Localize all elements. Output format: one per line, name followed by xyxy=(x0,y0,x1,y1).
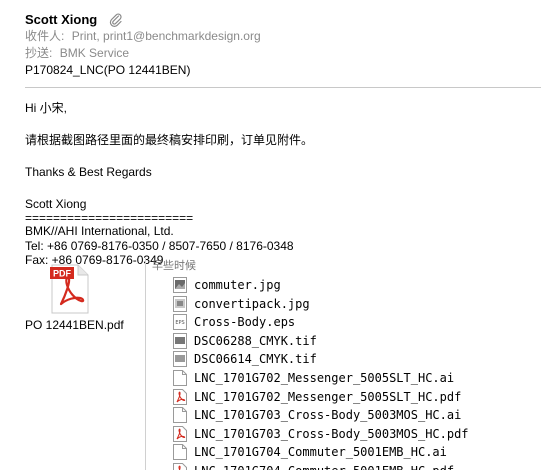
list-item[interactable]: LNC_1701G703_Cross-Body_5003MOS_HC.ai xyxy=(146,406,541,424)
file-name: LNC_1701G703_Cross-Body_5003MOS_HC.ai xyxy=(194,408,462,423)
list-item[interactable]: LNC_1701G704_Commuter_5001EMB_HC.pdf xyxy=(146,462,541,470)
svg-text:EPS: EPS xyxy=(175,320,184,326)
sender-name[interactable]: Scott Xiong xyxy=(25,12,97,27)
list-item[interactable]: EPS Cross-Body.eps xyxy=(146,313,541,331)
file-name: LNC_1701G704_Commuter_5001EMB_HC.pdf xyxy=(194,462,454,470)
to-recipients[interactable]: Print, print1@benchmarkdesign.org xyxy=(72,29,261,43)
list-item[interactable]: DSC06288_CMYK.tif xyxy=(146,332,541,350)
file-name: LNC_1701G702_Messenger_5005SLT_HC.pdf xyxy=(194,389,462,404)
body-line: Scott Xiong xyxy=(25,197,87,211)
body-line: 请根据截图路径里面的最终稿安排印刷，订单见附件。 xyxy=(25,133,314,147)
body-line: BMK//AHI International, Ltd. xyxy=(25,224,174,238)
image-file-icon xyxy=(173,295,187,312)
email-subject: P170824_LNC(PO 12441BEN) xyxy=(25,63,191,77)
body-line: Thanks & Best Regards xyxy=(25,165,152,179)
list-item[interactable]: LNC_1701G702_Messenger_5005SLT_HC.ai xyxy=(146,369,541,387)
file-list: commuter.jpg convertipack.jpg EPS Cross-… xyxy=(146,276,541,470)
file-name: DSC06288_CMYK.tif xyxy=(194,333,317,348)
attachment-filename[interactable]: PO 12441BEN.pdf xyxy=(25,318,124,332)
body-line: ======================== xyxy=(25,211,194,225)
image-file-icon xyxy=(173,277,187,293)
pdf-file-icon xyxy=(173,462,187,470)
cc-recipients[interactable]: BMK Service xyxy=(60,46,129,60)
file-name: LNC_1701G703_Cross-Body_5003MOS_HC.pdf xyxy=(194,426,469,441)
body-line: Tel: +86 0769-8176-0350 / 8507-7650 / 81… xyxy=(25,239,294,253)
image-file-icon xyxy=(173,351,187,368)
to-label: 收件人: xyxy=(25,29,65,43)
to-row: 收件人: Print, print1@benchmarkdesign.org xyxy=(25,28,541,45)
body-line: Hi 小宋, xyxy=(25,101,68,115)
file-name: convertipack.jpg xyxy=(194,296,310,311)
file-name: Cross-Body.eps xyxy=(194,315,296,330)
list-item[interactable]: LNC_1701G704_Commuter_5001EMB_HC.ai xyxy=(146,443,541,461)
file-name: LNC_1701G702_Messenger_5005SLT_HC.ai xyxy=(194,370,455,385)
paperclip-icon xyxy=(109,12,123,27)
file-name: commuter.jpg xyxy=(194,278,281,292)
section-header: 早些时候 xyxy=(152,260,196,272)
pdf-file-icon xyxy=(173,425,187,442)
file-browser-panel: 早些时候 commuter.jpg convertipack.jpg EPS C… xyxy=(145,258,541,470)
header-divider xyxy=(25,87,541,88)
email-body: Hi 小宋, 请根据截图路径里面的最终稿安排印刷，订单见附件。 Thanks &… xyxy=(25,100,313,267)
email-header: Scott Xiong 收件人: Print, print1@benchmark… xyxy=(25,11,541,79)
list-item[interactable]: LNC_1701G702_Messenger_5005SLT_HC.pdf xyxy=(146,388,541,406)
ai-file-icon xyxy=(173,369,187,386)
list-item[interactable]: LNC_1701G703_Cross-Body_5003MOS_HC.pdf xyxy=(146,425,541,443)
file-name: LNC_1701G704_Commuter_5001EMB_HC.ai xyxy=(194,445,447,460)
eps-file-icon: EPS xyxy=(173,314,187,331)
ai-file-icon xyxy=(173,444,187,461)
ai-file-icon xyxy=(173,407,187,424)
image-file-icon xyxy=(173,332,187,349)
cc-row: 抄送: BMK Service xyxy=(25,45,541,62)
list-item[interactable]: commuter.jpg xyxy=(146,276,541,294)
attachment-pdf[interactable]: PDF xyxy=(50,264,90,317)
list-item[interactable]: convertipack.jpg xyxy=(146,295,541,313)
list-item[interactable]: DSC06614_CMYK.tif xyxy=(146,350,541,368)
file-name: DSC06614_CMYK.tif xyxy=(194,352,317,367)
pdf-file-icon xyxy=(173,388,187,405)
cc-label: 抄送: xyxy=(25,46,53,60)
pdf-file-icon: PDF xyxy=(50,264,89,314)
